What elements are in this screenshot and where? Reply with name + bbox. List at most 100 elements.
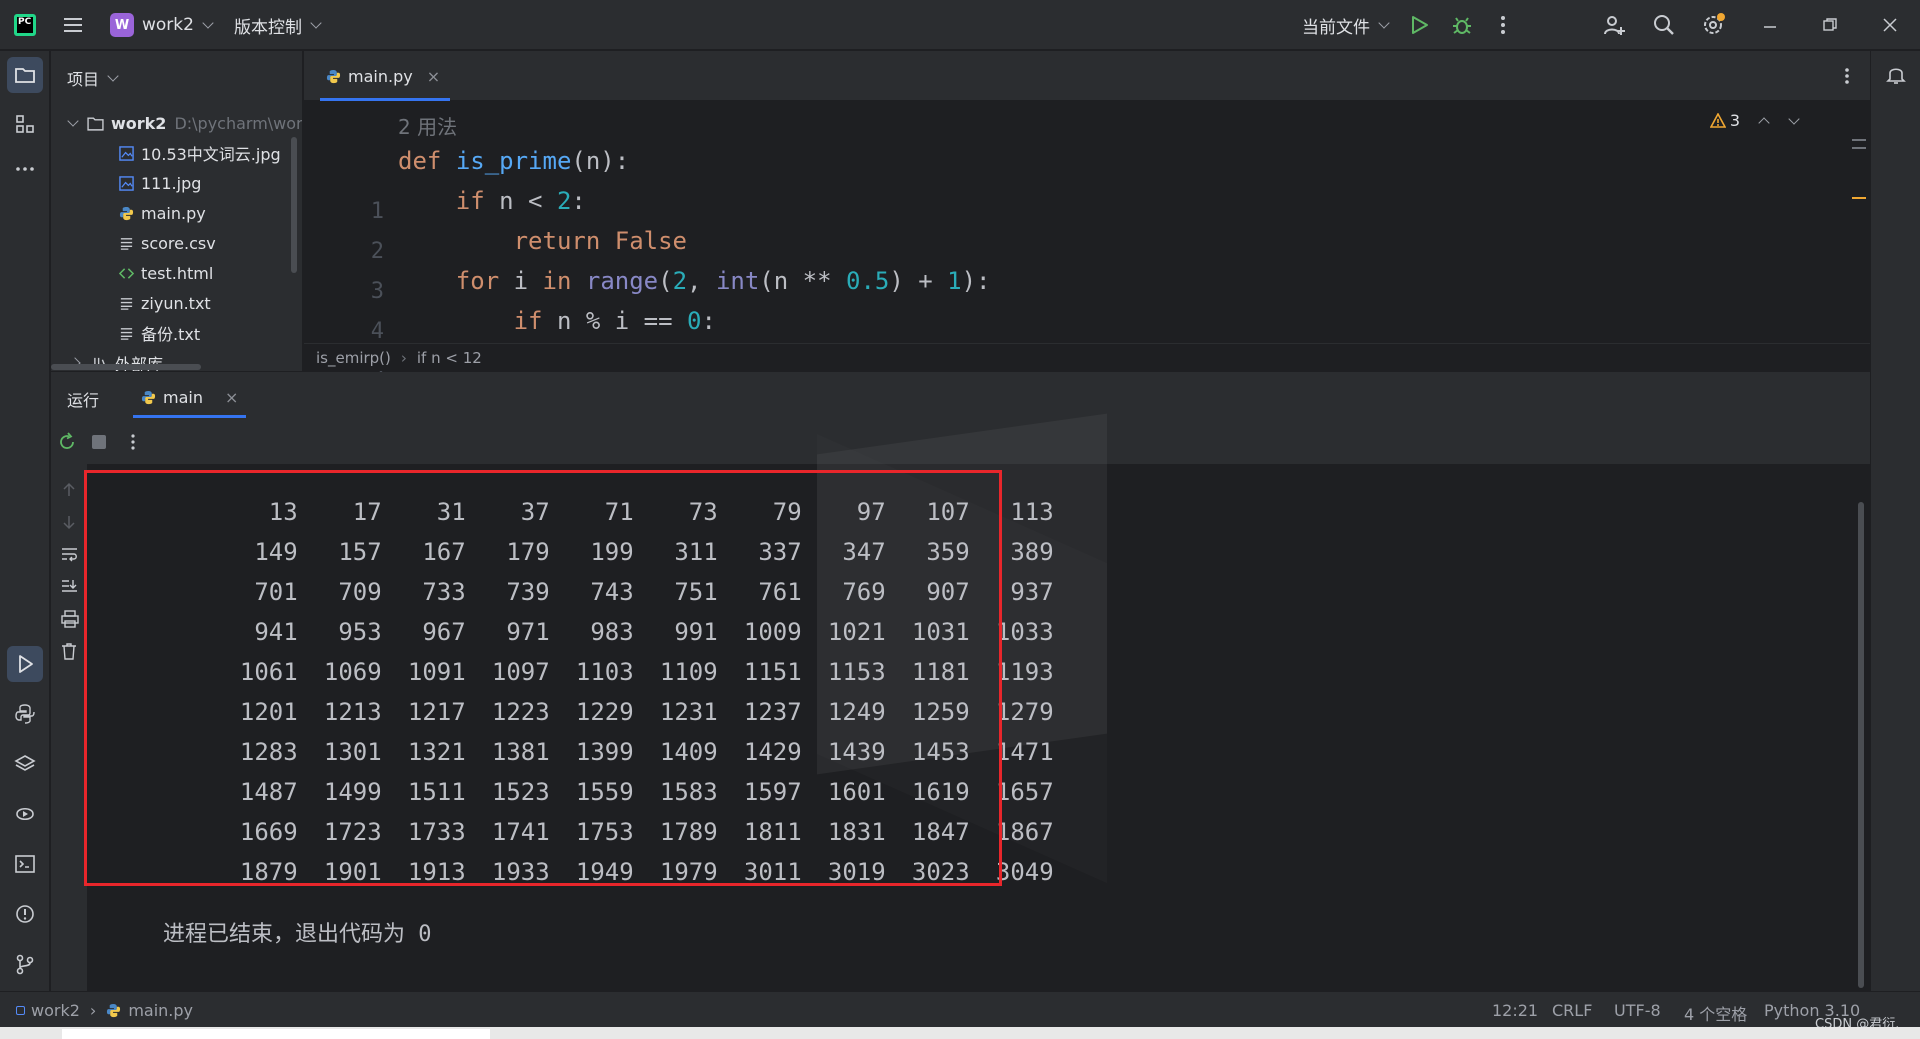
python-file-icon	[107, 1003, 121, 1018]
trash-icon[interactable]	[61, 642, 77, 660]
project-scrollbar[interactable]	[291, 137, 297, 273]
project-tool-button[interactable]	[7, 57, 43, 93]
pycharm-logo-icon: PC	[14, 14, 36, 36]
services-icon	[16, 807, 34, 821]
problems-tool-button[interactable]	[7, 896, 43, 932]
run-outline-icon	[19, 655, 33, 673]
close-icon[interactable]	[1882, 17, 1898, 33]
code-line-5: if n % i == 0:	[513, 307, 716, 335]
vcs-menu-label: 版本控制	[234, 17, 302, 38]
project-switcher[interactable]: W work2	[110, 0, 214, 50]
run-icon[interactable]	[1408, 14, 1430, 36]
status-caret-position[interactable]: 12:21	[1492, 1001, 1538, 1020]
image-file-icon	[119, 145, 134, 161]
html-file-icon	[119, 267, 134, 279]
editor-scrollbar-marker[interactable]	[1852, 147, 1866, 149]
stop-icon[interactable]	[91, 434, 107, 450]
hamburger-menu-icon[interactable]	[62, 14, 84, 36]
python-console-button[interactable]	[7, 696, 43, 732]
more-horizontal-icon	[16, 167, 34, 171]
tree-item-file[interactable]: main.py	[119, 198, 206, 228]
chevron-down-icon	[310, 17, 322, 29]
rerun-icon[interactable]	[57, 432, 77, 452]
tab-main-py[interactable]: main.py ×	[316, 51, 451, 101]
run-config-selector[interactable]: 当前文件	[1302, 0, 1390, 50]
debug-icon[interactable]	[1450, 13, 1474, 37]
project-hscrollbar[interactable]	[51, 364, 201, 370]
line-number: 3	[370, 279, 384, 304]
tree-item-file[interactable]: test.html	[119, 258, 213, 288]
more-tools-button[interactable]	[7, 151, 43, 187]
folder-icon	[87, 116, 104, 131]
vcs-menu[interactable]: 版本控制	[234, 0, 322, 50]
run-panel-title: 运行	[67, 391, 100, 410]
structure-tool-button[interactable]	[7, 106, 43, 142]
soft-wrap-icon[interactable]	[61, 546, 79, 562]
project-panel-title[interactable]: 项目	[67, 66, 119, 90]
editor-scrollbar-marker[interactable]	[1852, 197, 1866, 199]
terminal-tool-button[interactable]	[7, 846, 43, 882]
usages-hint[interactable]: 2 用法	[398, 111, 457, 140]
status-line-ending[interactable]: CRLF	[1552, 1001, 1592, 1020]
code-line-1: def is_prime(n):	[398, 147, 630, 175]
python-file-icon	[141, 390, 156, 404]
tree-item-file[interactable]: 10.53中文词云.jpg	[119, 138, 281, 168]
editor-tab-bar: main.py ×	[304, 51, 1870, 101]
status-project[interactable]: work2 › main.py	[16, 1001, 193, 1020]
run-tool-button[interactable]	[7, 646, 43, 682]
right-tool-strip	[1870, 51, 1920, 991]
console-side-toolbar	[51, 464, 87, 991]
tree-item-file[interactable]: 备份.txt	[119, 318, 200, 348]
text-file-icon	[120, 237, 133, 250]
python-packages-button[interactable]	[7, 746, 43, 782]
restore-icon[interactable]	[1822, 17, 1838, 33]
services-tool-button[interactable]	[7, 796, 43, 832]
code-line-3: return False	[513, 227, 687, 255]
more-vertical-icon[interactable]	[1496, 14, 1510, 36]
root-folder-name: work2	[111, 113, 167, 133]
console-scrollbar[interactable]	[1858, 502, 1864, 988]
search-icon[interactable]	[1652, 13, 1676, 37]
scroll-up-icon[interactable]	[61, 482, 77, 498]
run-tab-close-icon[interactable]: ×	[225, 388, 238, 407]
breadcrumb-item[interactable]: if n < 12	[417, 349, 482, 367]
scroll-to-end-icon[interactable]	[61, 578, 79, 594]
chevron-right-icon: ›	[89, 1001, 97, 1020]
status-indent[interactable]: 4 个空格	[1684, 1001, 1747, 1025]
structure-icon	[16, 115, 34, 133]
warning-icon	[1709, 112, 1726, 128]
tree-item-file[interactable]: 111.jpg	[119, 168, 201, 198]
add-user-icon[interactable]	[1602, 13, 1626, 37]
inspection-widget[interactable]: 3	[1709, 111, 1800, 130]
project-name: work2	[142, 15, 194, 35]
breadcrumb: is_emirp() › if n < 12	[304, 343, 1870, 371]
breadcrumb-item[interactable]: is_emirp()	[316, 349, 391, 367]
code-line-2: if n < 2:	[455, 187, 586, 215]
print-icon[interactable]	[61, 610, 79, 628]
run-tab-main[interactable]: main ×	[133, 372, 247, 422]
chevron-down-icon	[67, 115, 79, 127]
tree-root-work2[interactable]: work2 D:\pycharm\wor	[67, 108, 302, 138]
git-branch-icon	[16, 954, 34, 975]
git-tool-button[interactable]	[7, 946, 43, 982]
more-vertical-icon[interactable]	[1840, 66, 1854, 86]
status-encoding[interactable]: UTF-8	[1614, 1001, 1661, 1020]
editor-scrollbar-marker[interactable]	[1852, 139, 1866, 141]
warning-count: 3	[1729, 111, 1740, 130]
more-vertical-icon[interactable]	[127, 432, 139, 452]
python-file-icon	[119, 206, 134, 220]
chevron-up-icon[interactable]	[1758, 116, 1770, 129]
tree-item-file[interactable]: ziyun.txt	[119, 288, 211, 318]
chevron-down-icon[interactable]	[1788, 112, 1800, 125]
scroll-down-icon[interactable]	[61, 514, 77, 530]
notifications-icon[interactable]	[1885, 63, 1907, 85]
settings-icon[interactable]	[1700, 12, 1726, 38]
minimize-icon[interactable]	[1762, 18, 1778, 34]
run-config-label: 当前文件	[1302, 17, 1370, 38]
line-number: 2	[370, 239, 384, 264]
tree-item-file[interactable]: score.csv	[119, 228, 216, 258]
folder-icon	[15, 68, 35, 83]
tab-close-icon[interactable]: ×	[427, 67, 440, 86]
run-tab-label: main	[163, 387, 203, 407]
taskbar-segment	[62, 1029, 490, 1039]
